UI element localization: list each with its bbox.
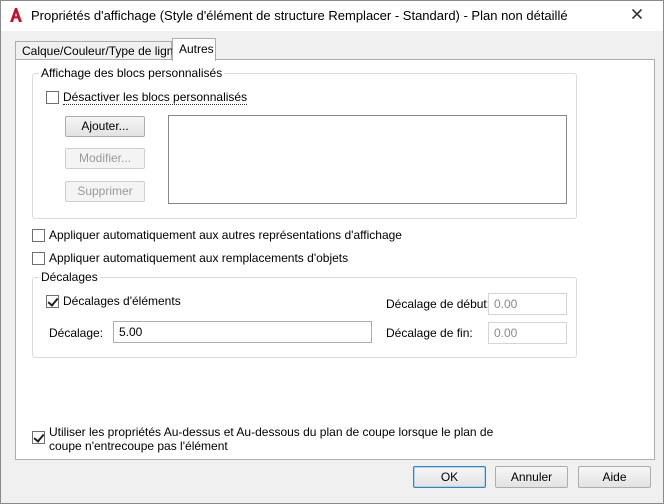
cut-plane-checkbox[interactable]: Utiliser les propriétés Au-dessus et Au-… (32, 425, 493, 453)
title-bar: Propriétés d'affichage (Style d'élément … (1, 1, 663, 31)
end-offset-input[interactable]: 0.00 (488, 322, 567, 344)
element-offsets-label: Décalages d'éléments (63, 294, 181, 308)
close-icon (631, 8, 643, 20)
cut-plane-label-line2: coupe n'entrecoupe pas l'élément (49, 439, 228, 453)
disable-custom-blocks-box[interactable] (46, 91, 59, 104)
properties-dialog: Propriétés d'affichage (Style d'élément … (0, 0, 664, 504)
delete-button-label: Supprimer (77, 184, 133, 198)
ok-button-label: OK (440, 470, 459, 484)
apply-display-reps-checkbox[interactable]: Appliquer automatiquement aux autres rep… (32, 228, 402, 242)
cut-plane-box[interactable] (32, 431, 45, 444)
element-offsets-box[interactable] (46, 294, 59, 308)
disable-custom-blocks-label: Désactiver les blocs personnalisés (63, 90, 248, 105)
start-offset-input[interactable]: 0.00 (488, 293, 567, 315)
help-button[interactable]: Aide (578, 466, 651, 488)
window-title: Propriétés d'affichage (Style d'élément … (31, 8, 568, 23)
tab-layer-color-linetype[interactable]: Calque/Couleur/Type de ligne (15, 41, 180, 60)
offsets-group: Décalages (32, 270, 577, 358)
cancel-button[interactable]: Annuler (495, 466, 568, 488)
start-offset-label: Décalage de début: (386, 297, 491, 311)
close-button[interactable] (625, 4, 649, 24)
end-offset-label: Décalage de fin: (386, 326, 473, 340)
offsets-group-title: Décalages (39, 270, 100, 284)
add-button-label: Ajouter... (81, 119, 129, 133)
custom-blocks-group-title: Affichage des blocs personnalisés (39, 66, 225, 80)
autocad-a-icon (8, 7, 24, 23)
apply-overrides-box[interactable] (32, 251, 45, 265)
delete-button[interactable]: Supprimer (65, 181, 145, 202)
help-button-label: Aide (602, 470, 627, 484)
element-offsets-checkbox[interactable]: Décalages d'éléments (46, 294, 181, 308)
disable-custom-blocks-checkbox[interactable]: Désactiver les blocs personnalisés (46, 90, 248, 105)
cut-plane-label: Utiliser les propriétés Au-dessus et Au-… (49, 425, 493, 453)
tab-bar: Calque/Couleur/Type de ligne Autres (15, 38, 655, 61)
add-button[interactable]: Ajouter... (65, 116, 145, 137)
apply-overrides-label: Appliquer automatiquement aux remplaceme… (49, 251, 349, 265)
tab-panel-other: Affichage des blocs personnalisés Désact… (15, 59, 655, 460)
offset-label: Décalage: (49, 326, 104, 340)
modify-button-label: Modifier... (78, 151, 132, 165)
apply-overrides-checkbox[interactable]: Appliquer automatiquement aux remplaceme… (32, 251, 348, 265)
ok-button[interactable]: OK (413, 466, 486, 488)
custom-blocks-list[interactable] (168, 115, 567, 204)
cancel-button-label: Annuler (510, 470, 553, 484)
apply-display-reps-box[interactable] (32, 228, 45, 242)
tab-other[interactable]: Autres (172, 38, 216, 61)
offset-input[interactable]: 5.00 (113, 321, 372, 343)
apply-display-reps-label: Appliquer automatiquement aux autres rep… (49, 228, 402, 242)
cut-plane-label-line1: Utiliser les propriétés Au-dessus et Au-… (49, 425, 494, 439)
modify-button[interactable]: Modifier... (65, 148, 145, 169)
